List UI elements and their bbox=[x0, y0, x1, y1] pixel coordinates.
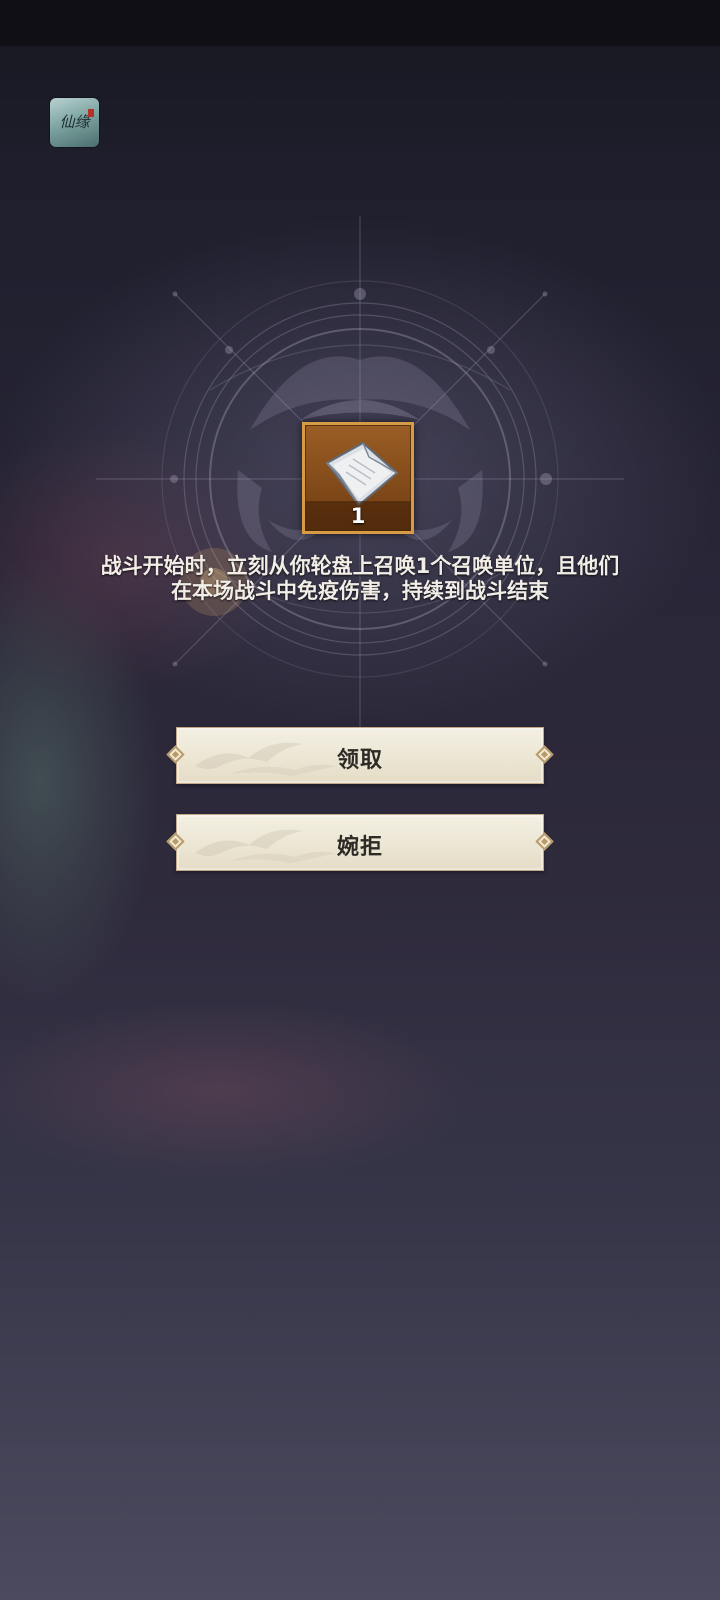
reward-screen: 仙缘 1 战斗开始时，立刻从你轮盘上召唤1个召唤单位，且他们 在本场战斗中免疫伤… bbox=[0, 0, 720, 1600]
reward-description: 战斗开始时，立刻从你轮盘上召唤1个召唤单位，且他们 在本场战斗中免疫伤害，持续到… bbox=[60, 554, 660, 604]
app-icon-seal bbox=[88, 109, 94, 117]
reward-item-slot[interactable]: 1 bbox=[302, 422, 414, 534]
reward-count: 1 bbox=[350, 504, 366, 528]
decline-button-label: 婉拒 bbox=[336, 835, 383, 860]
game-app-icon[interactable]: 仙缘 bbox=[50, 98, 99, 147]
description-line-2: 在本场战斗中免疫伤害，持续到战斗结束 bbox=[171, 579, 549, 603]
status-bar bbox=[0, 0, 720, 46]
description-line-1: 战斗开始时，立刻从你轮盘上召唤1个召唤单位，且他们 bbox=[100, 554, 620, 578]
claim-button-label: 领取 bbox=[336, 748, 383, 773]
mystic-emblem-icon bbox=[96, 216, 624, 744]
claim-button[interactable]: 领取 bbox=[166, 727, 554, 784]
decline-button[interactable]: 婉拒 bbox=[166, 814, 554, 871]
